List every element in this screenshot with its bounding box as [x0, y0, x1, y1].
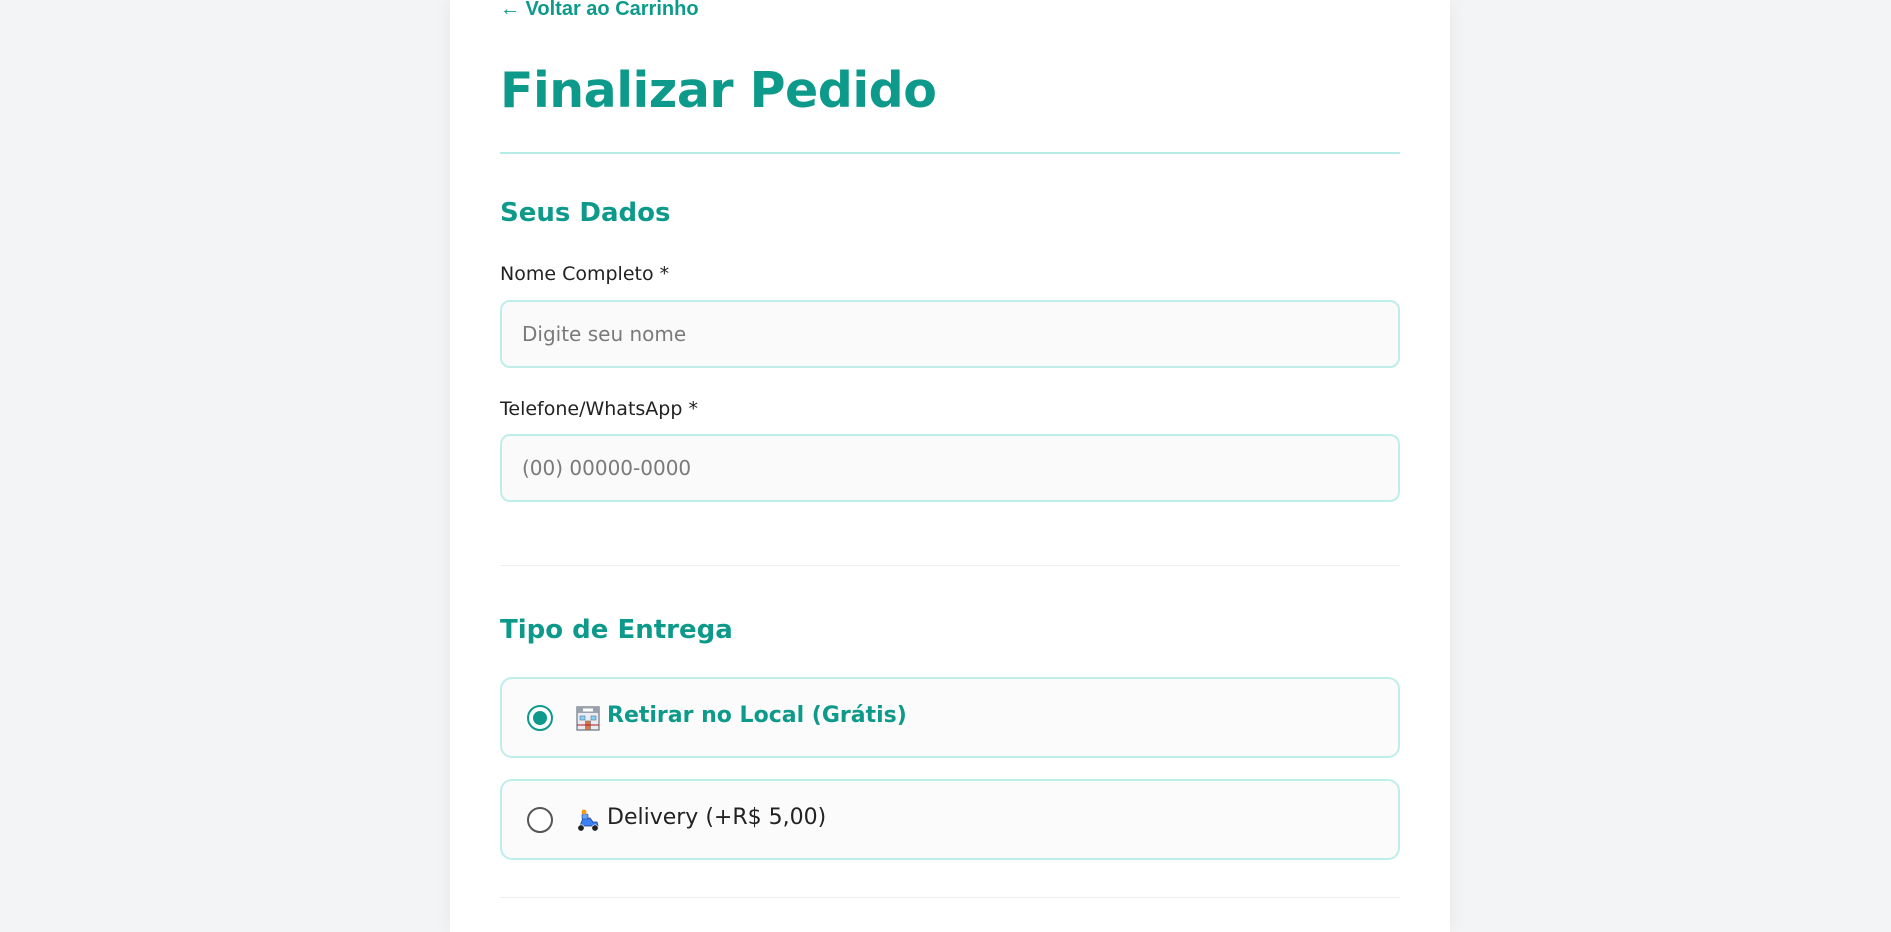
delivery-option-pickup[interactable]: Retirar no Local (Grátis) [500, 677, 1400, 758]
delivery-radio[interactable] [527, 807, 553, 833]
store-icon [575, 704, 601, 732]
personal-section-title: Seus Dados [500, 198, 671, 228]
page-title: Finalizar Pedido [500, 62, 937, 119]
scooter-icon [575, 806, 601, 834]
checkout-card: ← Voltar ao Carrinho Finalizar Pedido Se… [450, 0, 1450, 932]
back-to-cart-link[interactable]: ← Voltar ao Carrinho [500, 0, 699, 21]
phone-input[interactable] [500, 434, 1400, 502]
pickup-radio[interactable] [527, 705, 553, 731]
phone-label: Telefone/WhatsApp * [500, 398, 698, 420]
delivery-section-title: Tipo de Entrega [500, 615, 733, 645]
delivery-label: Delivery (+R$ 5,00) [607, 805, 827, 830]
page-background: ← Voltar ao Carrinho Finalizar Pedido Se… [0, 0, 1891, 932]
name-input[interactable] [500, 300, 1400, 368]
delivery-option-delivery[interactable]: Delivery (+R$ 5,00) [500, 779, 1400, 860]
pickup-label: Retirar no Local (Grátis) [607, 703, 907, 728]
title-divider [500, 152, 1400, 154]
name-label: Nome Completo * [500, 263, 670, 285]
section-divider [500, 565, 1400, 566]
section-divider-bottom [500, 897, 1400, 898]
